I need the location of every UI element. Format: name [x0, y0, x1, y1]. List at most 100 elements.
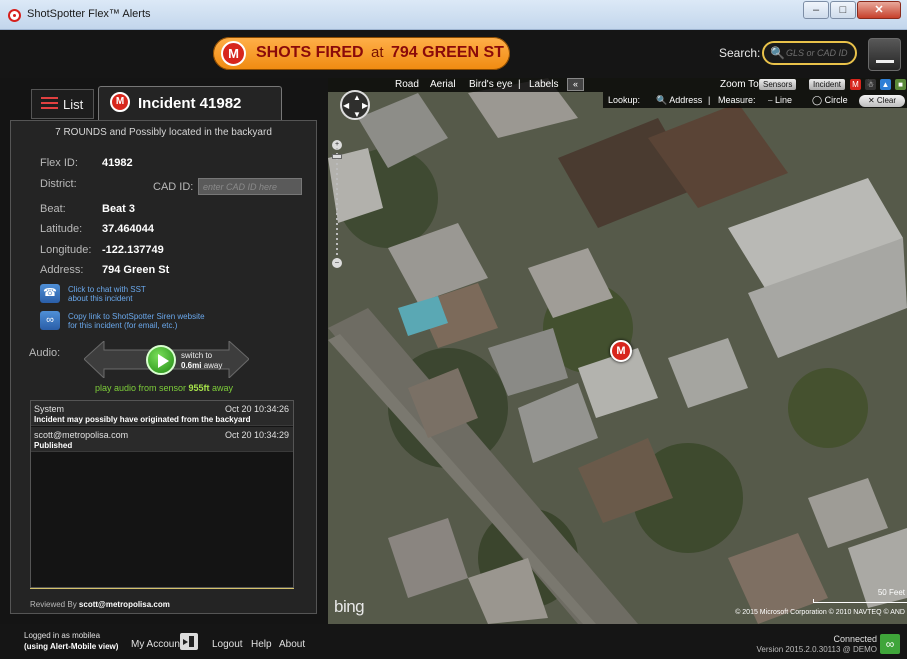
- map-mode-aerial[interactable]: Aerial: [430, 79, 456, 90]
- incident-map-marker[interactable]: M: [610, 340, 632, 362]
- tab-list-label: List: [63, 97, 84, 112]
- longitude-label: Longitude:: [40, 244, 92, 256]
- play-distance: 955ft: [188, 383, 210, 393]
- play-prefix: play audio from sensor: [94, 383, 186, 393]
- alert-badge-icon: M: [221, 41, 246, 66]
- chat-link-line1: Click to chat with SST: [68, 285, 146, 294]
- logged-in-info: Logged in as mobilea (using Alert-Mobile…: [24, 630, 118, 652]
- alert-at: at: [371, 44, 384, 61]
- incident-log[interactable]: System Oct 20 10:34:26 Incident may poss…: [30, 400, 294, 588]
- flex-id-value: 41982: [102, 157, 133, 169]
- window-controls: – □ ✕: [802, 1, 901, 21]
- measure-line-label: Line: [775, 95, 793, 105]
- map-view[interactable]: Road Aerial Bird's eye | Labels « Zoom T…: [328, 78, 907, 624]
- mountain-icon[interactable]: ▲: [880, 79, 891, 90]
- district-label: District:: [40, 178, 77, 190]
- window-titlebar: ShotSpotter Flex™ Alerts – □ ✕: [0, 0, 907, 30]
- chat-link-line2: about this incident: [68, 294, 133, 303]
- map-mode-road[interactable]: Road: [395, 79, 419, 90]
- longitude-value: -122.137749: [102, 244, 164, 256]
- app-window: ShotSpotter Flex™ Alerts – □ ✕ M SHOTS F…: [0, 0, 907, 659]
- play-suffix: away: [212, 383, 234, 393]
- zoom-incident-button[interactable]: Incident: [809, 79, 846, 90]
- switch-label: switch to: [181, 351, 213, 360]
- pan-down-icon[interactable]: ▼: [353, 110, 361, 119]
- play-audio-text[interactable]: play audio from sensor 955ft away: [0, 383, 328, 393]
- pan-left-icon[interactable]: ◀: [343, 101, 349, 110]
- copy-link-text: Copy link to ShotSpotter Siren website f…: [68, 312, 205, 330]
- logged-in-prefix: Logged in as: [24, 631, 70, 640]
- alert-title: SHOTS FIRED at 794 GREEN ST: [256, 44, 504, 62]
- app-header: M SHOTS FIRED at 794 GREEN ST Search: 🔍: [0, 30, 907, 78]
- measure-label: Measure:: [718, 95, 756, 105]
- minimize-button[interactable]: –: [803, 1, 829, 19]
- pan-right-icon[interactable]: ▶: [362, 101, 368, 110]
- tab-incident[interactable]: M Incident 41982: [98, 86, 282, 120]
- pan-control[interactable]: ▲ ▼ ◀ ▶: [340, 90, 370, 120]
- close-button[interactable]: ✕: [857, 1, 901, 19]
- log-time: Oct 20 10:34:26: [224, 404, 289, 414]
- map-labels-toggle[interactable]: Labels: [529, 79, 558, 90]
- list-icon: [41, 97, 58, 111]
- about-link[interactable]: About: [279, 639, 305, 650]
- connected-icon: ∞: [880, 634, 900, 654]
- view-prefix: (using: [24, 642, 48, 651]
- search-label: Search:: [719, 46, 761, 60]
- incident-summary: 7 ROUNDS and Possibly located in the bac…: [55, 127, 272, 138]
- map-view-toolbar: Road Aerial Bird's eye | Labels « Zoom T…: [328, 78, 907, 92]
- measure-separator: |: [708, 95, 711, 105]
- zoom-sensors-button[interactable]: Sensors: [759, 79, 797, 90]
- zoom-track[interactable]: [336, 148, 338, 260]
- pan-up-icon[interactable]: ▲: [353, 93, 361, 102]
- copy-link-line1: Copy link to ShotSpotter Siren website: [68, 312, 205, 321]
- switch-sensor-link[interactable]: switch to 0.6mi away: [181, 351, 222, 371]
- marker-layer-icon[interactable]: M: [850, 79, 861, 90]
- lookup-address-button[interactable]: 🔍 Address: [656, 95, 702, 106]
- play-audio-button[interactable]: [146, 345, 176, 375]
- chat-icon: ☎: [40, 284, 60, 303]
- menu-bar-icon: [876, 60, 894, 63]
- lookup-address-label: Address: [669, 95, 703, 105]
- maximize-button[interactable]: □: [830, 1, 856, 19]
- measure-line-button[interactable]: ⎯ Line: [768, 95, 792, 106]
- search-icon: 🔍: [770, 46, 785, 60]
- my-account-link[interactable]: My Account: [131, 639, 183, 650]
- tab-list[interactable]: List: [31, 89, 94, 119]
- cad-id-input[interactable]: [198, 178, 302, 195]
- clear-button[interactable]: ✕ Clear: [859, 95, 905, 107]
- zoom-slider[interactable]: + –: [332, 140, 342, 268]
- map-toolbar-separator: |: [518, 79, 521, 90]
- log-author: System: [34, 404, 65, 414]
- tab-incident-label: Incident 41982: [138, 95, 242, 112]
- search-input[interactable]: [786, 46, 854, 60]
- view-name: Alert-Mobile: [49, 642, 97, 651]
- zoom-knob[interactable]: [332, 154, 342, 159]
- log-entry: scott@metropolisa.com Oct 20 10:34:29 Pu…: [31, 427, 293, 452]
- switch-suffix: away: [203, 361, 223, 370]
- beat-label: Beat:: [40, 203, 66, 215]
- link-chain-icon: ∞: [40, 311, 60, 330]
- logout-icon[interactable]: [180, 633, 198, 650]
- collapse-toolbar-button[interactable]: «: [567, 78, 584, 91]
- log-author: scott@metropolisa.com: [34, 430, 129, 440]
- audio-label: Audio:: [29, 347, 61, 359]
- lookup-label: Lookup:: [608, 95, 641, 105]
- incident-badge-icon: M: [110, 92, 130, 112]
- search-box[interactable]: 🔍: [762, 41, 857, 65]
- logout-link[interactable]: Logout: [212, 639, 243, 650]
- zoom-out-icon[interactable]: –: [332, 258, 342, 268]
- window-title: ShotSpotter Flex™ Alerts: [27, 8, 151, 20]
- view-suffix: view): [98, 642, 119, 651]
- copy-link-line2: for this incident (for email, etc.): [68, 321, 178, 330]
- measure-circle-button[interactable]: ◯ Circle: [812, 95, 848, 106]
- person-icon[interactable]: ☃: [865, 79, 876, 90]
- incident-panel: List M Incident 41982 7 ROUNDS and Possi…: [0, 78, 328, 624]
- alert-banner[interactable]: M SHOTS FIRED at 794 GREEN ST: [213, 37, 510, 70]
- layers-icon[interactable]: ■: [895, 79, 906, 90]
- switch-distance: 0.6mi: [181, 361, 202, 370]
- map-mode-birds-eye[interactable]: Bird's eye: [469, 79, 513, 90]
- chat-link-text: Click to chat with SST about this incide…: [68, 285, 146, 303]
- map-scale-label: 50 Feet: [877, 588, 905, 597]
- help-link[interactable]: Help: [251, 639, 272, 650]
- menu-button[interactable]: [868, 38, 901, 71]
